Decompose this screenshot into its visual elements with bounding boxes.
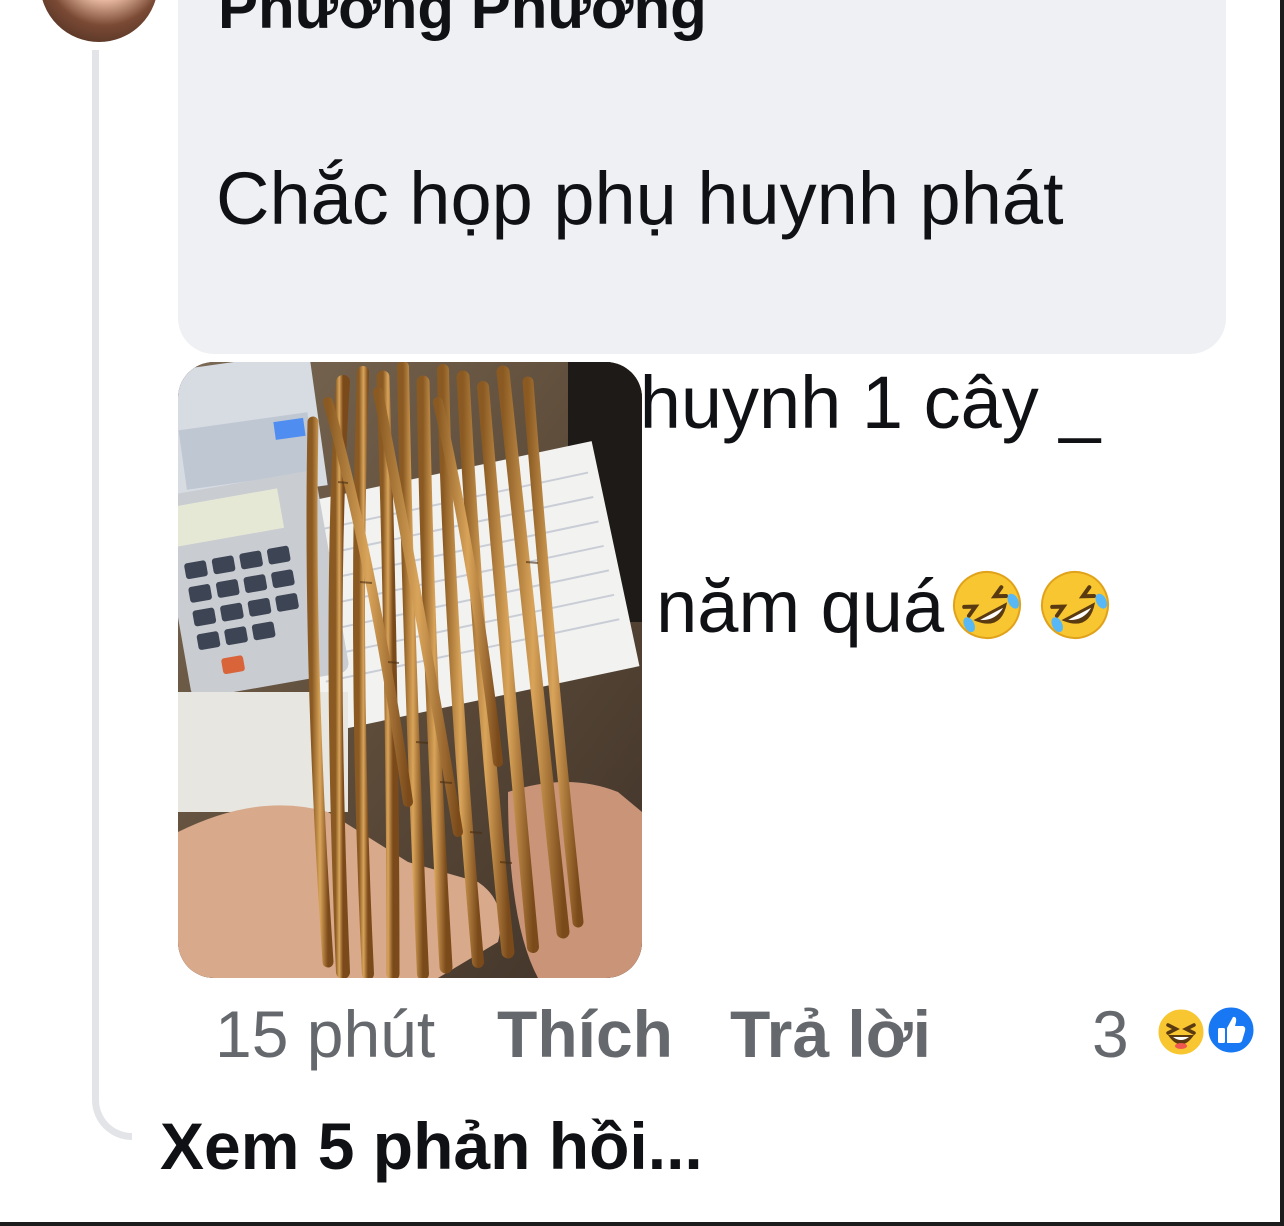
rolling-on-floor-laughing-icon [953, 571, 1022, 639]
haha-icon[interactable] [1155, 1006, 1207, 1058]
view-replies-link[interactable]: Xem 5 phản hồi... [160, 1108, 703, 1184]
like-button[interactable]: Thích [497, 996, 673, 1072]
reply-button[interactable]: Trả lời [730, 996, 931, 1072]
comment-text-line: Chắc họp phụ huynh phát [216, 157, 1064, 240]
comment-actions: 15 phút Thích Trả lời 3 [215, 996, 1265, 1076]
reaction-count[interactable]: 3 [1092, 996, 1129, 1072]
comment-author-name[interactable]: Phương Phương [218, 0, 707, 38]
avatar[interactable] [38, 0, 160, 44]
like-icon[interactable] [1205, 1004, 1257, 1056]
thread-connector-line [92, 50, 132, 1140]
comment-timestamp[interactable]: 15 phút [215, 996, 435, 1072]
comment-bubble: Phương Phương Chắc họp phụ huynh phát ch… [178, 0, 1226, 648]
rolling-on-floor-laughing-icon [1041, 571, 1110, 639]
comment-photo-image [178, 362, 642, 978]
comment-photo[interactable] [178, 362, 642, 978]
comment-thread: Phương Phương Chắc họp phụ huynh phát ch… [0, 0, 1284, 1226]
